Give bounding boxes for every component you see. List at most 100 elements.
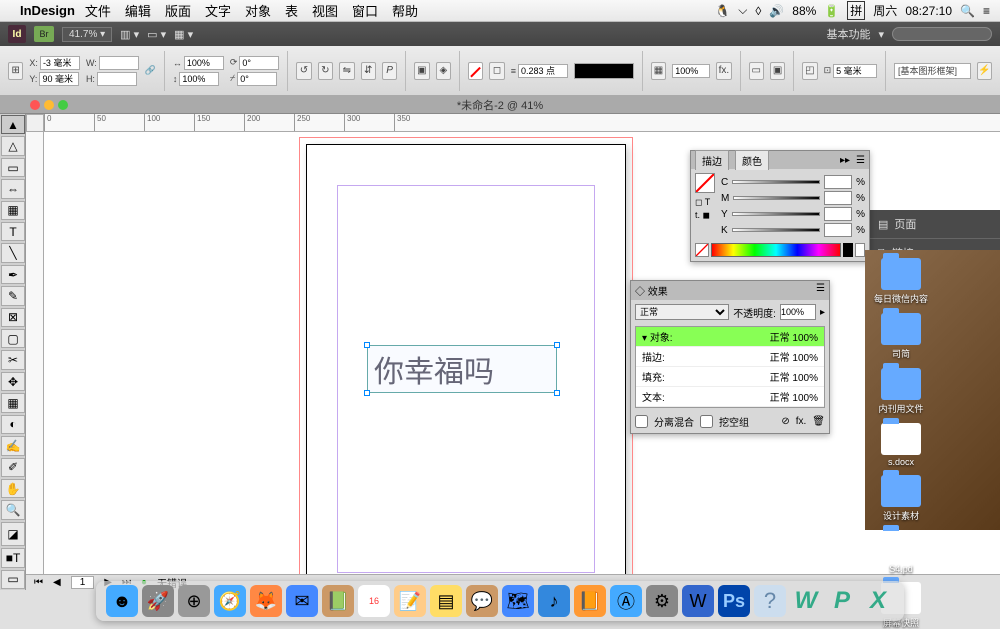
isolate-checkbox[interactable] [635,415,648,428]
flip-v-icon[interactable]: ⇵ [361,62,376,80]
zoom-window-icon[interactable] [58,100,68,110]
rotate-cw-icon[interactable]: ↻ [318,62,333,80]
dock-photoshop[interactable]: Ps [718,585,750,617]
scale-y-field[interactable] [179,72,219,86]
k-input[interactable] [824,223,852,237]
spotlight-icon[interactable]: 🔍 [960,4,975,18]
dock-prefs[interactable]: ⚙ [646,585,678,617]
eyedropper-tool[interactable]: ✐ [1,458,25,477]
stroke-field[interactable] [518,64,568,78]
opacity-field[interactable] [672,64,710,78]
gap-field[interactable] [833,64,877,78]
note-tool[interactable]: ✍ [1,436,25,455]
effects-row-text[interactable]: 文本:正常 100% [636,387,824,407]
clear-effects-icon[interactable]: ⊘ [781,416,789,427]
effects-row-stroke[interactable]: 描边:正常 100% [636,347,824,367]
rotate-field[interactable] [239,56,279,70]
page-nav-first-icon[interactable]: ⏮ [34,577,43,588]
dock-ibooks[interactable]: 📙 [574,585,606,617]
effects-menu-icon[interactable]: ☰ [816,283,825,298]
close-window-icon[interactable] [30,100,40,110]
stroke-style-dropdown[interactable] [574,63,634,79]
workspace-arrow-icon[interactable]: ▾ [878,28,884,41]
gap-tool[interactable]: ⇔ [1,179,25,198]
menu-help[interactable]: 帮助 [392,1,418,20]
menu-file[interactable]: 文件 [85,1,111,20]
y-slider[interactable] [732,212,820,216]
desktop-file[interactable]: s.docx [873,423,929,467]
text-wrap-bbox-icon[interactable]: ▣ [770,62,785,80]
color-panel[interactable]: 描边 颜色 ▸▸ ☰ ◻ T t. ◼ C% M% Y% K% [690,150,870,262]
effects-row-fill[interactable]: 填充:正常 100% [636,367,824,387]
desktop-file[interactable]: S4.pd [873,530,929,574]
rectangle-frame-tool[interactable]: ⊠ [1,308,25,327]
page-nav-prev-icon[interactable]: ◀ [53,577,61,588]
c-input[interactable] [824,175,852,189]
format-buttons[interactable]: ◻ T [695,197,715,208]
effects-row-object[interactable]: ▾ 对象:正常 100% [636,327,824,347]
apply-color-icon[interactable]: ■T [1,548,25,567]
desktop-folder[interactable]: 内刊用文件 [873,368,929,415]
dock-itunes[interactable]: ♪ [538,585,570,617]
penguin-icon[interactable]: 🐧 [715,4,730,18]
blend-mode-dropdown[interactable]: 正常 [635,304,729,320]
line-tool[interactable]: ╲ [1,243,25,262]
select-content-icon[interactable]: ◈ [436,62,451,80]
shear-field[interactable] [237,72,277,86]
selection-tool[interactable]: ▲ [1,115,25,134]
stroke-tab[interactable]: 描边 [695,150,729,170]
gradient-feather-tool[interactable]: ◐ [1,415,25,434]
scissors-tool[interactable]: ✂ [1,350,25,369]
panel-menu-icon[interactable]: ☰ [856,155,865,166]
object-style-dropdown[interactable]: [基本图形框架] [894,63,971,79]
fill-swatch[interactable] [695,173,715,193]
corner-icon[interactable]: ◰ [802,62,817,80]
rotate-ccw-icon[interactable]: ↺ [296,62,311,80]
flip-h-icon[interactable]: ⇋ [339,62,354,80]
panel-collapse-icon[interactable]: ▸▸ [840,155,850,166]
x-field[interactable] [40,56,80,70]
black-swatch[interactable] [843,243,853,257]
content-collector-tool[interactable]: ▦ [1,201,25,220]
menu-table[interactable]: 表 [285,1,298,20]
dock-messages[interactable]: 💬 [466,585,498,617]
fill-swatch-icon[interactable] [468,62,483,80]
effects-opacity-field[interactable] [780,304,816,320]
menu-edit[interactable]: 编辑 [125,1,151,20]
effects-panel[interactable]: ◇ 效果 ☰ 正常 不透明度: ▸ ▾ 对象:正常 100% 描边:正常 100… [630,280,830,434]
dock-finder[interactable]: ☻ [106,585,138,617]
dock-x[interactable]: X [862,585,894,617]
free-transform-tool[interactable]: ✥ [1,372,25,391]
rectangle-tool[interactable]: ▢ [1,329,25,348]
minimize-window-icon[interactable] [44,100,54,110]
dock-safari[interactable]: 🧭 [214,585,246,617]
trash-icon[interactable]: 🗑 [812,416,825,427]
dock-dashboard[interactable]: ⊕ [178,585,210,617]
menu-object[interactable]: 对象 [245,1,271,20]
anchor-bl[interactable] [364,390,370,396]
pages-panel-tab[interactable]: ▤页面 [870,210,1000,239]
m-input[interactable] [824,191,852,205]
dock-maps[interactable]: 🗺 [502,585,534,617]
ruler-origin[interactable] [26,114,44,132]
window-traffic-lights[interactable] [30,100,68,110]
menu-extras-icon[interactable]: ≡ [983,4,990,18]
stroke-swatch-icon[interactable]: ◻ [489,62,504,80]
c-slider[interactable] [732,180,820,184]
anchor-tl[interactable] [364,342,370,348]
ruler-vertical[interactable] [26,132,44,590]
desktop-folder[interactable]: 每日微信内容 [873,258,929,305]
menu-type[interactable]: 文字 [205,1,231,20]
page-tool[interactable]: ▭ [1,158,25,177]
quick-apply-icon[interactable]: ⚡ [977,62,992,80]
dock-help[interactable]: ? [754,585,786,617]
dock-w[interactable]: W [790,585,822,617]
dock-calendar[interactable]: 16 [358,585,390,617]
type-tool[interactable]: T [1,222,25,241]
pen-tool[interactable]: ✒ [1,265,25,284]
help-search[interactable] [892,27,992,41]
reference-point-icon[interactable]: ⊞ [8,62,23,80]
y-input[interactable] [824,207,852,221]
bridge-button[interactable]: Br [34,26,54,42]
arrange-icon[interactable]: ▦ ▾ [174,28,193,41]
